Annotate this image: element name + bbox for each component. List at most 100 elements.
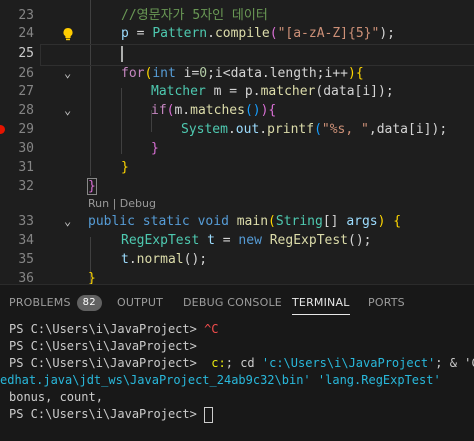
terminal-line: edhat.java\jdt_ws\JavaProject_24ab9c32\b…	[0, 372, 474, 389]
code-token: []	[322, 214, 347, 229]
panel-tabs: PROBLEMS 82 OUTPUT DEBUG CONSOLE TERMINAL…	[0, 285, 474, 321]
code-token: System	[181, 122, 228, 137]
code-token: }	[121, 160, 129, 175]
code-token: m = p.	[205, 84, 261, 99]
code-token: ();	[183, 252, 208, 267]
tab-problems[interactable]: PROBLEMS 82	[9, 285, 102, 321]
text-cursor	[121, 46, 123, 62]
code-token: RegExpTest	[261, 233, 348, 248]
code-token: ,data[i]	[368, 122, 432, 137]
code-token: (	[314, 122, 322, 137]
code-token: String	[275, 214, 323, 229]
tab-label: OUTPUT	[117, 296, 164, 309]
code-token: t	[121, 252, 129, 267]
code-token: {	[355, 66, 364, 81]
code-token: {	[385, 214, 402, 229]
tab-output[interactable]: OUTPUT	[117, 285, 163, 321]
code-token: ;i<data.length;i++	[207, 66, 348, 81]
code-line-32[interactable]: 32 }	[0, 176, 474, 198]
terminal-line: PS C:\Users\i\JavaProject>	[9, 338, 474, 355]
chevron-down-icon[interactable]: ⌄	[64, 66, 71, 80]
terminal-prompt: PS C:\Users\i\JavaProject>	[9, 339, 197, 353]
code-token: if	[151, 103, 167, 118]
code-token: new	[238, 233, 262, 248]
terminal-line: PS C:\Users\i\JavaProject>	[9, 406, 474, 423]
terminal-text: ; & 'C:	[435, 356, 474, 370]
line-number: 32	[18, 179, 34, 194]
code-token: }	[87, 178, 97, 195]
code-token: ();	[348, 233, 372, 248]
tab-terminal[interactable]: TERMINAL	[292, 285, 350, 321]
terminal-line: bonus, count,	[9, 389, 474, 406]
tab-ports[interactable]: PORTS	[368, 285, 405, 321]
problems-count-badge: 82	[76, 295, 102, 311]
tab-label: DEBUG CONSOLE	[183, 296, 282, 309]
code-line-25[interactable]: 25	[0, 43, 474, 65]
code-token: (	[269, 26, 278, 41]
code-token: {	[268, 103, 277, 118]
terminal-line: PS C:\Users\i\JavaProject> c:; cd 'c:\Us…	[9, 355, 474, 372]
code-token: compile	[214, 26, 270, 41]
code-token: );	[431, 122, 448, 137]
code-token: RegExpTest	[121, 233, 200, 248]
code-token: args	[346, 214, 378, 229]
code-token: matches	[190, 103, 245, 118]
code-token: "[a-zA-Z]{5}"	[277, 26, 380, 41]
code-token: out	[235, 122, 260, 137]
code-token: matcher	[260, 84, 316, 99]
code-token: }	[88, 271, 96, 284]
code-token: printf	[267, 122, 315, 137]
code-token: =	[128, 26, 153, 41]
tab-label: PROBLEMS	[9, 296, 71, 309]
code-token: .	[128, 252, 137, 267]
terminal-text: bonus, count,	[9, 390, 103, 404]
chevron-down-icon[interactable]: ⌄	[64, 214, 71, 228]
code-token: (	[268, 214, 276, 229]
code-token: .	[207, 26, 215, 41]
code-token: int	[152, 66, 176, 81]
terminal-text: edhat.java\jdt_ws\JavaProject_24ab9c32\b…	[0, 373, 318, 387]
bottom-panel: PROBLEMS 82 OUTPUT DEBUG CONSOLE TERMINAL…	[0, 284, 474, 441]
codelens-run-debug[interactable]: Run | Debug	[88, 196, 156, 212]
code-token: .	[227, 122, 236, 137]
lightbulb-icon[interactable]	[60, 26, 76, 42]
tab-label: TERMINAL	[292, 296, 350, 309]
code-token: Pattern	[152, 26, 208, 41]
terminal-prompt: PS C:\Users\i\JavaProject>	[9, 356, 212, 370]
tab-debug-console[interactable]: DEBUG CONSOLE	[183, 285, 282, 321]
tab-label: PORTS	[368, 296, 405, 309]
terminal-text: 'lang.RegExpTest'	[317, 373, 441, 387]
code-token: public	[88, 214, 135, 229]
terminal-output[interactable]: PS C:\Users\i\JavaProject> ^C PS C:\User…	[0, 321, 474, 423]
code-token: main	[228, 214, 269, 229]
line-number: 24	[18, 26, 34, 41]
code-token: }	[151, 141, 159, 156]
code-token: void	[189, 214, 229, 229]
code-token: m.	[174, 103, 191, 118]
terminal-line: PS C:\Users\i\JavaProject> ^C	[9, 321, 474, 338]
code-token: normal	[136, 252, 184, 267]
chevron-down-icon[interactable]: ⌄	[64, 103, 71, 117]
code-token: "%s, "	[321, 122, 369, 137]
code-token: )	[348, 66, 356, 81]
line-number: 36	[18, 271, 34, 284]
line-number: 25	[18, 46, 34, 61]
code-token: Matcher	[151, 84, 206, 99]
code-token: static	[134, 214, 190, 229]
code-token: i=	[175, 66, 200, 81]
code-editor[interactable]: 23 //영문자가 5자인 데이터 24 p = Pattern.compile…	[0, 0, 474, 284]
terminal-prompt: PS C:\Users\i\JavaProject>	[9, 407, 205, 421]
code-token: ()	[244, 103, 261, 118]
code-token: p	[121, 26, 129, 41]
terminal-text: ^C	[204, 322, 219, 336]
code-token: .	[259, 122, 268, 137]
code-line-36[interactable]: 36 }	[0, 268, 474, 284]
terminal-text: 'c:\Users\i\JavaProject'	[261, 356, 436, 370]
terminal-prompt: PS C:\Users\i\JavaProject>	[9, 322, 205, 336]
terminal-cursor	[204, 406, 214, 423]
terminal-text: ; cd	[225, 356, 262, 370]
code-token: t	[199, 233, 215, 248]
code-token: (data[i]);	[315, 84, 394, 99]
code-token: =	[214, 233, 239, 248]
code-line-24[interactable]: 24 p = Pattern.compile("[a-zA-Z]{5}");	[0, 23, 474, 45]
